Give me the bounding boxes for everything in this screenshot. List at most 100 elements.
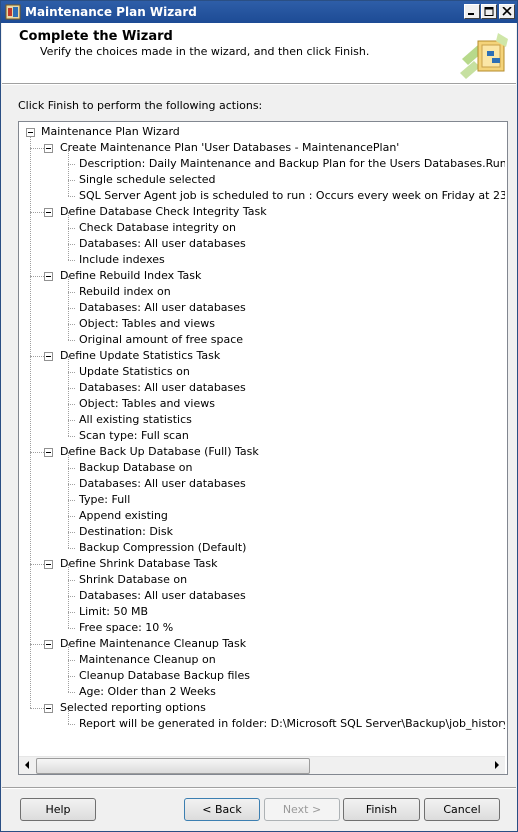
tree-detail-node[interactable]: Cleanup Database Backup files	[79, 668, 250, 684]
tree-connector-line	[30, 644, 44, 645]
horizontal-scrollbar[interactable]	[19, 756, 505, 774]
tree-detail-node[interactable]: Databases: All user databases	[79, 476, 246, 492]
instruction-label: Click Finish to perform the following ac…	[18, 99, 263, 112]
tree-detail-node[interactable]: Rebuild index on	[79, 284, 171, 300]
tree-detail-node[interactable]: Object: Tables and views	[79, 396, 215, 412]
minimize-button[interactable]	[464, 4, 480, 19]
tree-detail-node[interactable]: Append existing	[79, 508, 168, 524]
tree-connector-line	[68, 356, 69, 436]
tree-connector-line	[68, 260, 75, 261]
tree-task-node[interactable]: Define Database Check Integrity Task	[60, 204, 267, 220]
tree-connector-line	[68, 340, 75, 341]
tree-detail-node[interactable]: Update Statistics on	[79, 364, 190, 380]
tree-connector-line	[68, 468, 75, 469]
maximize-icon	[484, 7, 494, 16]
tree-detail-node[interactable]: Databases: All user databases	[79, 236, 246, 252]
tree-connector-line	[30, 356, 44, 357]
tree-detail-node[interactable]: Include indexes	[79, 252, 165, 268]
actions-tree-view[interactable]: Maintenance Plan Wizard Create Maintenanc…	[18, 121, 508, 775]
tree-connector-line	[68, 532, 75, 533]
tree-connector-line	[68, 196, 75, 197]
scroll-left-arrow-icon	[25, 761, 29, 769]
tree-root-node[interactable]: Maintenance Plan Wizard	[41, 124, 180, 140]
tree-detail-node[interactable]: Single schedule selected	[79, 172, 216, 188]
tree-detail-node[interactable]: Backup Database on	[79, 460, 193, 476]
tree-detail-node[interactable]: Limit: 50 MB	[79, 604, 148, 620]
tree-task-node[interactable]: Define Update Statistics Task	[60, 348, 220, 364]
wizard-app-icon	[5, 4, 21, 20]
close-icon	[502, 7, 512, 16]
tree-connector-line	[68, 404, 75, 405]
tree-connector-line	[68, 676, 75, 677]
tree-connector-line	[68, 228, 75, 229]
back-button[interactable]: < Back	[184, 798, 260, 821]
tree-detail-node[interactable]: Type: Full	[79, 492, 130, 508]
tree-task-node[interactable]: Create Maintenance Plan 'User Databases …	[60, 140, 399, 156]
tree-connector-line	[30, 564, 44, 565]
tree-detail-node[interactable]: Free space: 10 %	[79, 620, 173, 636]
tree-connector-line	[68, 580, 75, 581]
tree-connector-line	[68, 628, 75, 629]
tree-detail-node[interactable]: Description: Daily Maintenance and Backu…	[79, 156, 505, 172]
collapse-icon[interactable]	[44, 560, 53, 569]
page-subtitle: Verify the choices made in the wizard, a…	[40, 45, 370, 58]
collapse-icon[interactable]	[26, 128, 35, 137]
tree-task-node[interactable]: Define Back Up Database (Full) Task	[60, 444, 259, 460]
tree-connector-line	[68, 372, 75, 373]
tree-connector-line	[68, 596, 75, 597]
wizard-header: Complete the Wizard Verify the choices m…	[2, 23, 516, 84]
tree-detail-node[interactable]: All existing statistics	[79, 412, 192, 428]
tree-detail-node[interactable]: Databases: All user databases	[79, 380, 246, 396]
scroll-left-button[interactable]	[19, 757, 36, 774]
tree-detail-node[interactable]: Destination: Disk	[79, 524, 173, 540]
tree-detail-node[interactable]: Databases: All user databases	[79, 588, 246, 604]
collapse-icon[interactable]	[44, 704, 53, 713]
tree-connector-line	[68, 324, 75, 325]
tree-detail-node[interactable]: SQL Server Agent job is scheduled to run…	[79, 188, 505, 204]
tree-detail-node[interactable]: Backup Compression (Default)	[79, 540, 246, 556]
tree-connector-line	[68, 180, 75, 181]
collapse-icon[interactable]	[44, 272, 53, 281]
maximize-button[interactable]	[481, 4, 497, 19]
tree-connector-line	[68, 548, 75, 549]
tree-detail-node[interactable]: Object: Tables and views	[79, 316, 215, 332]
header-divider	[2, 84, 516, 85]
wizard-window: Maintenance Plan Wizard Complete the Wiz…	[0, 0, 518, 832]
scroll-right-button[interactable]	[488, 757, 505, 774]
tree-connector-line	[30, 212, 44, 213]
tree-detail-node[interactable]: Report will be generated in folder: D:\M…	[79, 716, 505, 732]
tree-connector-line	[68, 660, 75, 661]
tree-detail-node[interactable]: Databases: All user databases	[79, 300, 246, 316]
collapse-icon[interactable]	[44, 448, 53, 457]
actions-tree[interactable]: Maintenance Plan Wizard Create Maintenanc…	[19, 122, 505, 756]
tree-detail-node[interactable]: Original amount of free space	[79, 332, 243, 348]
tree-connector-line	[30, 276, 44, 277]
close-button[interactable]	[499, 4, 515, 19]
collapse-icon[interactable]	[44, 144, 53, 153]
help-button[interactable]: Help	[20, 798, 96, 821]
tree-connector-line	[68, 420, 75, 421]
next-button[interactable]: Next >	[264, 798, 340, 821]
tree-task-node[interactable]: Define Rebuild Index Task	[60, 268, 201, 284]
collapse-icon[interactable]	[44, 352, 53, 361]
tree-connector-line	[68, 484, 75, 485]
tree-task-node[interactable]: Define Maintenance Cleanup Task	[60, 636, 246, 652]
tree-connector-line	[30, 132, 31, 708]
tree-connector-line	[30, 452, 44, 453]
title-bar[interactable]: Maintenance Plan Wizard	[1, 1, 517, 23]
tree-detail-node[interactable]: Check Database integrity on	[79, 220, 236, 236]
tree-task-node[interactable]: Define Shrink Database Task	[60, 556, 218, 572]
finish-button[interactable]: Finish	[343, 798, 420, 821]
cancel-button[interactable]: Cancel	[424, 798, 500, 821]
tree-connector-line	[30, 148, 44, 149]
tree-detail-node[interactable]: Shrink Database on	[79, 572, 187, 588]
tree-detail-node[interactable]: Age: Older than 2 Weeks	[79, 684, 216, 700]
tree-task-node[interactable]: Selected reporting options	[60, 700, 206, 716]
collapse-icon[interactable]	[44, 208, 53, 217]
scrollbar-thumb[interactable]	[36, 758, 310, 774]
tree-connector-line	[68, 516, 75, 517]
collapse-icon[interactable]	[44, 640, 53, 649]
tree-detail-node[interactable]: Scan type: Full scan	[79, 428, 189, 444]
tree-detail-node[interactable]: Maintenance Cleanup on	[79, 652, 216, 668]
footer-separator	[2, 787, 516, 789]
